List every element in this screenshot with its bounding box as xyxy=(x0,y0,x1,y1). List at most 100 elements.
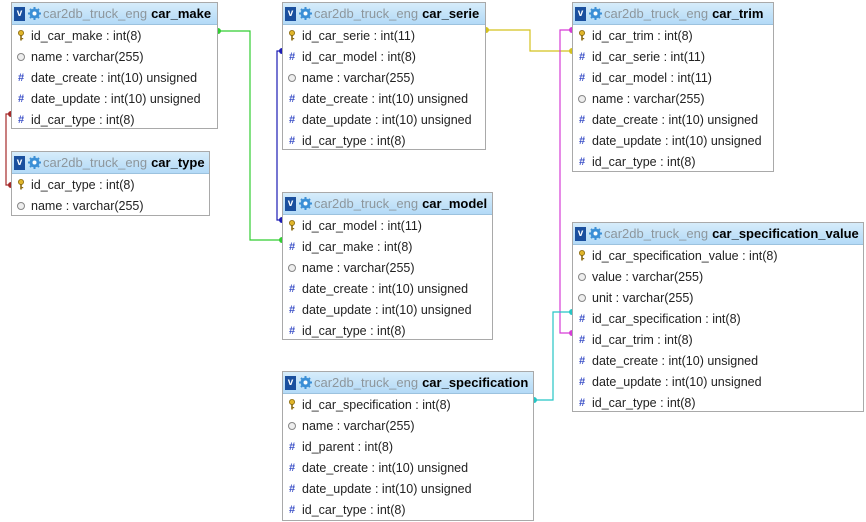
database-name: car2db_truck_eng xyxy=(43,6,148,21)
table-header[interactable]: v car2db_truck_eng car_model xyxy=(283,193,492,215)
hash-icon: # xyxy=(288,50,296,63)
table-car-trim[interactable]: v car2db_truck_eng car_trim id_car_trim : i… xyxy=(572,2,774,172)
column-row[interactable]: # id_car_type : int(8) xyxy=(573,151,773,172)
table-header[interactable]: v car2db_truck_eng car_serie xyxy=(283,3,485,25)
gear-icon xyxy=(589,7,602,20)
table-car-make[interactable]: v car2db_truck_eng car_make id_car_make : i… xyxy=(11,2,218,129)
table-header[interactable]: v car2db_truck_eng car_make xyxy=(12,3,217,25)
column-row[interactable]: name : varchar(255) xyxy=(283,67,485,88)
column-row[interactable]: # date_update : int(10) unsigned xyxy=(573,371,863,392)
column-row[interactable]: name : varchar(255) xyxy=(573,88,773,109)
column-row[interactable]: name : varchar(255) xyxy=(12,46,217,67)
column-row[interactable]: id_car_specification : int(8) xyxy=(283,394,533,415)
gear-icon xyxy=(299,197,312,210)
text-circle-icon xyxy=(16,201,26,210)
table-header[interactable]: v car2db_truck_eng car_specification xyxy=(283,372,533,394)
text-circle-icon xyxy=(287,421,297,430)
column-row[interactable]: id_car_specification_value : int(8) xyxy=(573,245,863,266)
column-label: unit : varchar(255) xyxy=(592,290,694,305)
v-toggle-icon[interactable]: v xyxy=(14,155,25,170)
column-row[interactable]: # id_car_type : int(8) xyxy=(573,392,863,413)
column-row[interactable]: # id_car_model : int(8) xyxy=(283,46,485,67)
v-toggle-icon[interactable]: v xyxy=(14,6,25,21)
hash-icon: # xyxy=(288,134,296,147)
database-name: car2db_truck_eng xyxy=(314,6,419,21)
hash-icon: # xyxy=(578,113,586,126)
column-row[interactable]: id_car_serie : int(11) xyxy=(283,25,485,46)
hash-icon: # xyxy=(288,482,296,495)
column-row[interactable]: # id_car_model : int(11) xyxy=(573,67,773,88)
column-row[interactable]: # id_car_trim : int(8) xyxy=(573,329,863,350)
column-row[interactable]: # id_car_specification : int(8) xyxy=(573,308,863,329)
key-icon xyxy=(577,250,587,261)
table-header[interactable]: v car2db_truck_eng car_specification_value xyxy=(573,223,863,245)
column-row[interactable]: id_car_type : int(8) xyxy=(12,174,209,195)
column-row[interactable]: # id_parent : int(8) xyxy=(283,436,533,457)
column-row[interactable]: # date_update : int(10) unsigned xyxy=(283,478,533,499)
column-row[interactable]: name : varchar(255) xyxy=(12,195,209,216)
hash-icon: # xyxy=(288,324,296,337)
column-row[interactable]: value : varchar(255) xyxy=(573,266,863,287)
column-row[interactable]: # date_update : int(10) unsigned xyxy=(283,299,492,320)
column-label: id_car_model : int(11) xyxy=(592,70,712,85)
text-circle-icon xyxy=(287,73,297,82)
column-row[interactable]: # id_car_type : int(8) xyxy=(283,499,533,520)
column-row[interactable]: name : varchar(255) xyxy=(283,415,533,436)
column-row[interactable]: # date_create : int(10) unsigned xyxy=(12,67,217,88)
gear-icon xyxy=(589,227,602,240)
v-toggle-icon[interactable]: v xyxy=(285,375,296,390)
v-toggle-icon[interactable]: v xyxy=(575,6,586,21)
column-label: date_create : int(10) unsigned xyxy=(592,353,759,368)
column-row[interactable]: # date_create : int(10) unsigned xyxy=(573,350,863,371)
column-row[interactable]: # id_car_make : int(8) xyxy=(283,236,492,257)
database-name: car2db_truck_eng xyxy=(314,375,419,390)
column-row[interactable]: # date_create : int(10) unsigned xyxy=(283,88,485,109)
column-label: id_car_trim : int(8) xyxy=(592,332,693,347)
column-label: id_car_make : int(8) xyxy=(302,239,413,254)
column-label: date_create : int(10) unsigned xyxy=(302,281,469,296)
v-toggle-icon[interactable]: v xyxy=(285,196,296,211)
column-row[interactable]: id_car_trim : int(8) xyxy=(573,25,773,46)
hash-icon: # xyxy=(578,396,586,409)
table-header[interactable]: v car2db_truck_eng car_trim xyxy=(573,3,773,25)
table-car-serie[interactable]: v car2db_truck_eng car_serie id_car_serie :… xyxy=(282,2,486,150)
column-row[interactable]: id_car_model : int(11) xyxy=(283,215,492,236)
column-row[interactable]: # date_create : int(10) unsigned xyxy=(283,278,492,299)
column-row[interactable]: # date_update : int(10) unsigned xyxy=(283,109,485,130)
table-car-specification-value[interactable]: v car2db_truck_eng car_specification_value… xyxy=(572,222,864,412)
hash-icon: # xyxy=(288,282,296,295)
column-label: id_car_specification : int(8) xyxy=(302,397,451,412)
column-row[interactable]: # date_update : int(10) unsigned xyxy=(12,88,217,109)
gear-icon xyxy=(28,156,41,169)
relation-line xyxy=(218,30,282,241)
column-row[interactable]: # date_create : int(10) unsigned xyxy=(573,109,773,130)
table-header[interactable]: v car2db_truck_eng car_type xyxy=(12,152,209,174)
column-label: id_car_specification : int(8) xyxy=(592,311,741,326)
hash-icon: # xyxy=(578,333,586,346)
hash-icon: # xyxy=(578,312,586,325)
table-car-specification[interactable]: v car2db_truck_eng car_specification id_car… xyxy=(282,371,534,521)
column-row[interactable]: # date_create : int(10) unsigned xyxy=(283,457,533,478)
text-circle-icon xyxy=(577,293,587,302)
database-name: car2db_truck_eng xyxy=(604,6,709,21)
column-row[interactable]: name : varchar(255) xyxy=(283,257,492,278)
column-label: date_update : int(10) unsigned xyxy=(302,112,472,127)
hash-icon: # xyxy=(288,92,296,105)
column-label: id_car_make : int(8) xyxy=(31,28,142,43)
column-label: date_update : int(10) unsigned xyxy=(302,302,472,317)
relation-line xyxy=(534,311,572,401)
column-row[interactable]: # date_update : int(10) unsigned xyxy=(573,130,773,151)
table-car-type[interactable]: v car2db_truck_eng car_type id_car_type : i… xyxy=(11,151,210,216)
column-label: name : varchar(255) xyxy=(302,260,415,275)
v-toggle-icon[interactable]: v xyxy=(285,6,296,21)
column-row[interactable]: # id_car_type : int(8) xyxy=(12,109,217,130)
column-row[interactable]: # id_car_type : int(8) xyxy=(283,320,492,341)
table-car-model[interactable]: v car2db_truck_eng car_model id_car_model :… xyxy=(282,192,493,340)
column-row[interactable]: # id_car_type : int(8) xyxy=(283,130,485,151)
v-toggle-icon[interactable]: v xyxy=(575,226,586,241)
column-row[interactable]: # id_car_serie : int(11) xyxy=(573,46,773,67)
column-row[interactable]: id_car_make : int(8) xyxy=(12,25,217,46)
column-row[interactable]: unit : varchar(255) xyxy=(573,287,863,308)
column-label: id_car_type : int(8) xyxy=(592,154,696,169)
key-icon xyxy=(287,220,297,231)
